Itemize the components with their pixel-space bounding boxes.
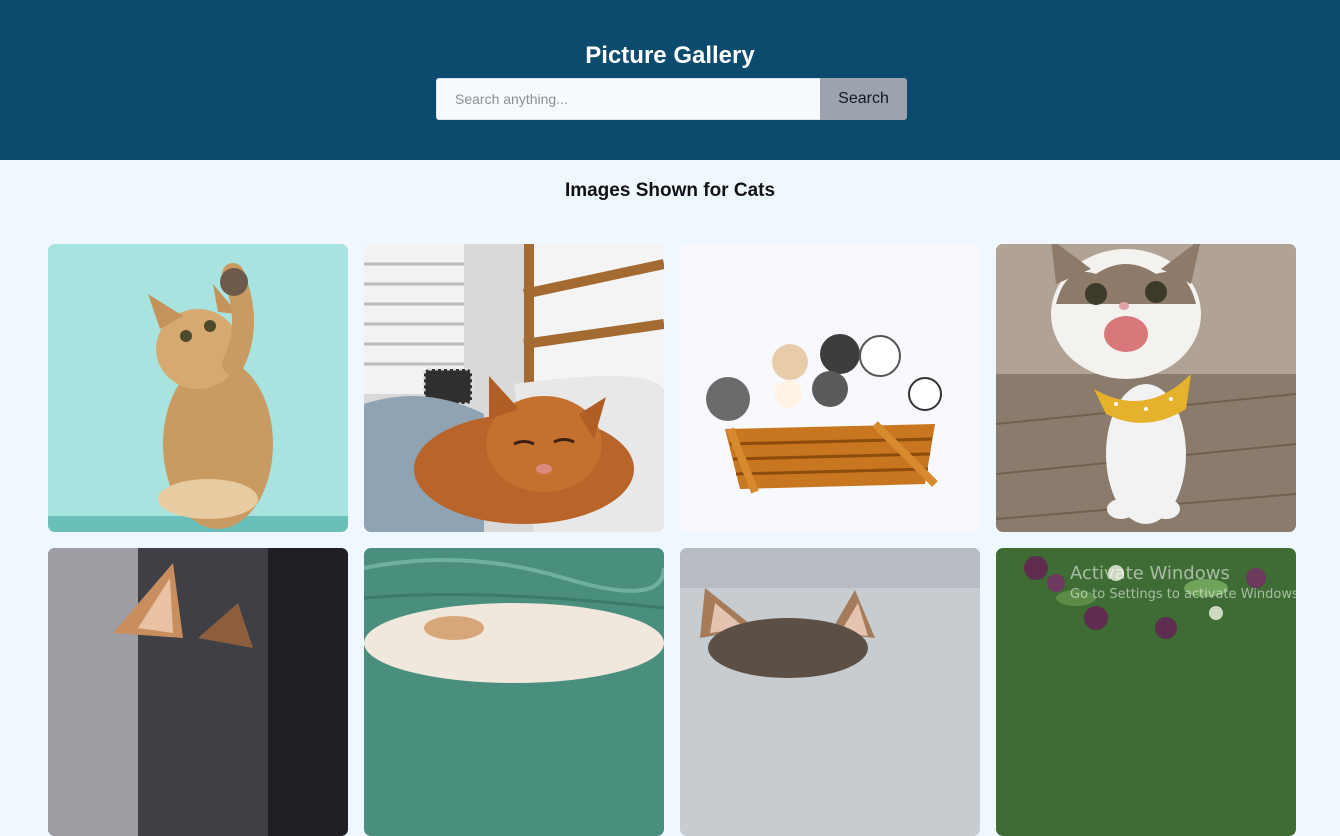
search-button[interactable]: Search <box>820 78 907 120</box>
gallery-image-smiling-cat-with-yellow-bandana[interactable] <box>996 244 1296 532</box>
gallery-image-cat-on-green-background[interactable] <box>364 548 664 836</box>
gallery-image-sleeping-orange-cat[interactable] <box>364 244 664 532</box>
gallery-image-cat-ears-closeup[interactable] <box>48 548 348 836</box>
gallery-image-cat-ears-gray-background[interactable] <box>680 548 980 836</box>
page-title: Picture Gallery <box>585 42 755 69</box>
results-heading: Images Shown for Cats <box>564 180 776 201</box>
search-input[interactable] <box>436 78 820 120</box>
gallery-image-kitten-raising-paw[interactable] <box>48 244 348 532</box>
gallery-image-purple-flowers-and-leaves[interactable] <box>996 548 1296 836</box>
gallery-image-kittens-in-basket[interactable] <box>680 244 980 532</box>
page-header: Picture Gallery Search <box>0 0 1340 160</box>
